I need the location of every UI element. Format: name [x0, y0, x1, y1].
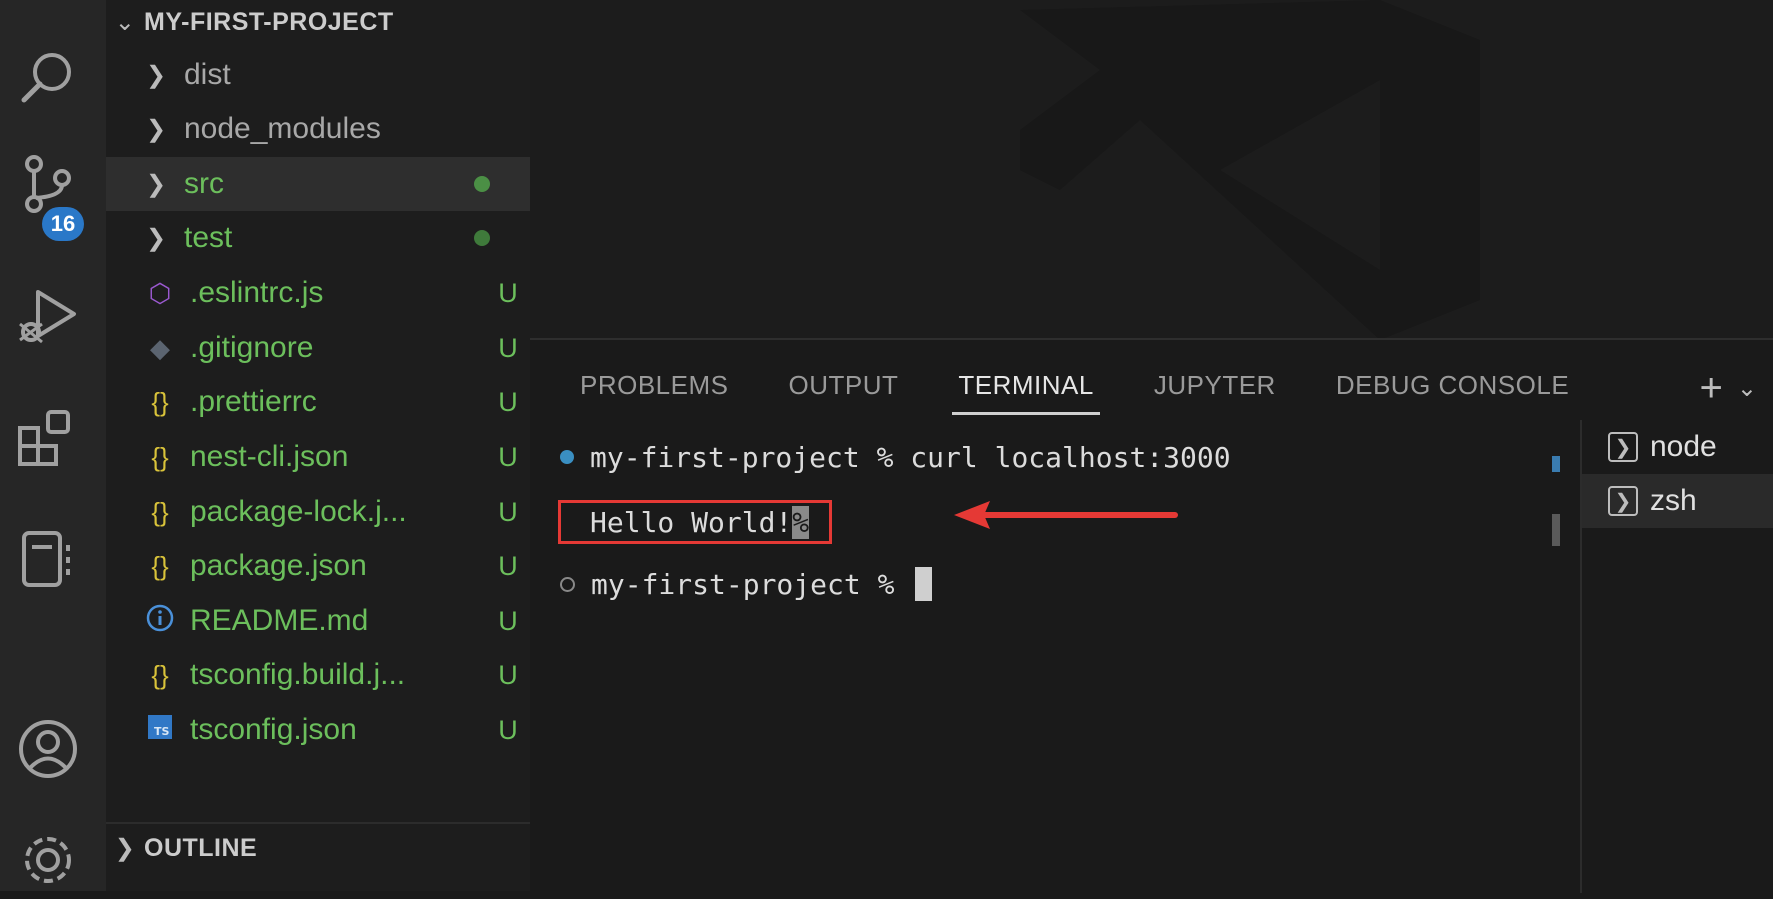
terminal-list: ❯ node ❯ zsh [1580, 420, 1773, 893]
git-status-badge: U [498, 441, 518, 472]
search-icon[interactable] [14, 44, 82, 112]
json-braces-icon: {} [151, 441, 169, 472]
file-readme[interactable]: README.md U [106, 594, 530, 648]
annotation-arrow-icon [954, 501, 1178, 529]
eslint-icon: ⬡ [148, 277, 172, 308]
file-label: .gitignore [190, 331, 314, 364]
prompt-text: my-first-project % [591, 567, 912, 601]
git-status-badge: U [498, 386, 518, 417]
explorer-sidebar: ⌄ MY-FIRST-PROJECT ❯ dist ❯ node_modules… [106, 0, 530, 891]
git-status-badge: U [498, 714, 518, 745]
chevron-right-icon: ❯ [146, 170, 167, 198]
panel-actions: + ⌄ [1700, 366, 1757, 411]
git-status-badge: U [498, 277, 518, 308]
terminal-item-zsh[interactable]: ❯ zsh [1582, 474, 1773, 528]
account-icon[interactable] [14, 715, 82, 783]
notebook-icon[interactable] [14, 525, 82, 593]
file-label: package.json [190, 549, 367, 582]
tab-terminal[interactable]: TERMINAL [952, 370, 1101, 415]
activity-bar: 16 [0, 0, 106, 891]
bottom-panel: PROBLEMS OUTPUT TERMINAL JUPYTER DEBUG C… [530, 338, 1773, 893]
folder-node-modules[interactable]: ❯ node_modules [106, 102, 530, 156]
terminal-line-command: my-first-project % curl localhost:3000 [560, 438, 1231, 476]
json-braces-icon: {} [151, 386, 169, 417]
new-terminal-plus-icon[interactable]: + [1700, 366, 1723, 411]
file-tsconfig[interactable]: TS tsconfig.json U [106, 703, 530, 757]
chevron-right-icon: ❯ [146, 224, 167, 252]
file-label: .prettierrc [190, 385, 317, 418]
command-success-dot-icon [560, 450, 574, 464]
folder-label: src [184, 167, 224, 200]
divider [106, 822, 530, 824]
file-label: package-lock.j... [190, 495, 407, 528]
extensions-icon[interactable] [14, 404, 82, 472]
file-nest-cli[interactable]: {} nest-cli.json U [106, 430, 530, 484]
terminal-cursor [915, 567, 933, 601]
terminal-output[interactable]: my-first-project % curl localhost:3000 H… [530, 420, 1580, 893]
terminal-item-label: zsh [1650, 484, 1697, 517]
project-header[interactable]: ⌄ MY-FIRST-PROJECT [106, 0, 530, 44]
tab-debug-console[interactable]: DEBUG CONSOLE [1336, 370, 1569, 415]
run-debug-icon[interactable] [14, 284, 82, 352]
folder-dist[interactable]: ❯ dist [106, 48, 530, 102]
terminal-icon: ❯ [1608, 432, 1638, 462]
file-tsconfig-build[interactable]: {} tsconfig.build.j... U [106, 648, 530, 702]
file-label: tsconfig.json [190, 713, 357, 746]
chevron-right-icon: ❯ [146, 61, 167, 89]
terminal-line-prompt: my-first-project % [560, 565, 933, 603]
git-status-badge: U [498, 659, 518, 690]
file-label: README.md [190, 604, 369, 637]
terminal-item-node[interactable]: ❯ node [1582, 420, 1773, 474]
json-braces-icon: {} [151, 550, 169, 581]
file-label: .eslintrc.js [190, 276, 324, 309]
project-title: MY-FIRST-PROJECT [144, 7, 394, 36]
source-control-badge: 16 [42, 207, 84, 241]
folder-test[interactable]: ❯ test [106, 211, 530, 265]
file-package-json[interactable]: {} package.json U [106, 539, 530, 593]
git-status-badge: U [498, 496, 518, 527]
editor-area [530, 0, 1773, 340]
outline-header[interactable]: ❯ OUTLINE [106, 826, 530, 870]
modified-dot-icon [474, 230, 490, 246]
modified-dot-icon [474, 176, 490, 192]
chevron-right-icon: ❯ [146, 115, 167, 143]
scrollbar-marker [1552, 456, 1560, 472]
info-icon [144, 604, 176, 639]
file-prettierrc[interactable]: {} .prettierrc U [106, 375, 530, 429]
file-package-lock[interactable]: {} package-lock.j... U [106, 485, 530, 539]
command-text: curl localhost:3000 [893, 440, 1231, 474]
highlight-box [558, 500, 832, 544]
scrollbar-thumb[interactable] [1552, 514, 1560, 546]
file-label: nest-cli.json [190, 440, 349, 473]
git-status-badge: U [498, 332, 518, 363]
outline-title: OUTLINE [144, 833, 258, 862]
tab-jupyter[interactable]: JUPYTER [1154, 370, 1276, 415]
git-icon: ◆ [150, 332, 170, 363]
json-braces-icon: {} [151, 659, 169, 690]
settings-gear-icon[interactable] [14, 826, 82, 894]
folder-label: dist [184, 58, 231, 91]
typescript-icon: TS [144, 714, 176, 747]
terminal-icon: ❯ [1608, 486, 1638, 516]
vscode-logo-watermark-icon [1020, 0, 1480, 340]
folder-label: test [184, 221, 233, 254]
prompt-text: my-first-project % [590, 440, 894, 474]
git-status-badge: U [498, 550, 518, 581]
git-status-badge: U [498, 605, 518, 636]
tab-problems[interactable]: PROBLEMS [580, 370, 729, 415]
chevron-down-icon: ⌄ [114, 8, 136, 36]
tab-output[interactable]: OUTPUT [789, 370, 899, 415]
file-gitignore[interactable]: ◆ .gitignore U [106, 321, 530, 375]
folder-src[interactable]: ❯ src [106, 157, 530, 211]
svg-text:TS: TS [154, 725, 170, 738]
file-eslintrc[interactable]: ⬡ .eslintrc.js U [106, 266, 530, 320]
panel-tabs: PROBLEMS OUTPUT TERMINAL JUPYTER DEBUG C… [580, 370, 1569, 415]
folder-label: node_modules [184, 112, 381, 145]
json-braces-icon: {} [151, 496, 169, 527]
file-label: tsconfig.build.j... [190, 658, 406, 691]
command-pending-circle-icon [560, 576, 575, 592]
chevron-right-icon: ❯ [114, 834, 136, 862]
chevron-down-icon[interactable]: ⌄ [1737, 374, 1757, 403]
terminal-item-label: node [1650, 430, 1717, 463]
